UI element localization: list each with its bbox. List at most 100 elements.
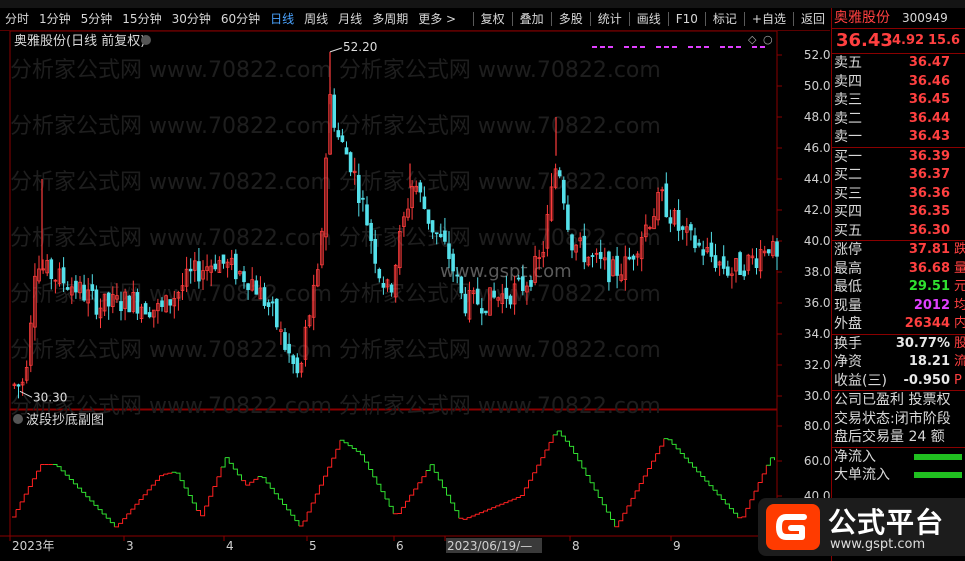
stat-label: 现量 — [834, 297, 862, 314]
period-tab-4[interactable]: 30分钟 — [167, 8, 216, 30]
toolbar-action-7[interactable]: +自选 — [747, 8, 791, 30]
indicator-step — [348, 445, 353, 449]
logo-mark-icon — [766, 504, 820, 550]
indicator-step — [319, 476, 324, 486]
note-text: 交易状态:闭市阶段 — [834, 410, 951, 427]
indicator-step — [561, 435, 566, 442]
kline-chart-svg[interactable]: 奥雅股份(日线 前复权) ◇ ○ 52.00 50.00 48.00 46.00 44.00 4… — [0, 31, 830, 556]
candle-body — [742, 270, 746, 277]
indicator-step — [122, 513, 128, 520]
indicator-step — [286, 509, 292, 516]
candle-body — [197, 261, 201, 282]
indicator-step — [721, 498, 726, 505]
toolbar-action-6[interactable]: 标记 — [708, 8, 742, 30]
signal-mark — [728, 46, 733, 48]
candle-body — [709, 242, 714, 257]
indicator-step — [106, 517, 111, 523]
indicator-step — [298, 520, 304, 527]
logo-name: 公式平台 — [828, 506, 945, 539]
y-tick-label: 44.00 — [804, 172, 830, 186]
period-tab-0[interactable]: 分时 — [0, 8, 34, 30]
ask-value: 36.46 — [908, 73, 950, 89]
indicator-step — [676, 448, 681, 454]
indicator-step — [598, 496, 603, 505]
indicator-step — [565, 440, 570, 447]
period-tab-7[interactable]: 周线 — [299, 8, 333, 30]
candle-body — [106, 292, 111, 307]
indicator-step — [663, 438, 669, 440]
toolbar-separator — [743, 12, 745, 26]
indicator-title: 波段抄底副图 — [26, 412, 104, 428]
indicator-step — [159, 474, 165, 477]
indicator-step — [323, 467, 329, 477]
indicator-step — [327, 458, 333, 468]
toolbar-action-2[interactable]: 多股 — [554, 8, 588, 30]
indicator-step — [659, 438, 665, 447]
candle-body — [356, 174, 361, 203]
candle-body — [377, 268, 382, 279]
candle-body — [61, 267, 66, 284]
period-tab-3[interactable]: 15分钟 — [117, 8, 166, 30]
indicator-step — [89, 500, 95, 506]
candle-body — [775, 241, 779, 257]
candle-body — [389, 284, 394, 293]
toolbar-action-8[interactable]: 返回 — [796, 8, 830, 30]
candle-body — [627, 256, 632, 260]
indicator-step — [130, 504, 136, 510]
notes-list: 公司已盈利 投票权 交易状态:闭市阶段 盘后交易量 24 额 — [832, 391, 965, 447]
indicator-step — [98, 509, 103, 514]
indicator-step — [143, 489, 148, 496]
period-tab-1[interactable]: 1分钟 — [34, 8, 76, 30]
indicator-step — [499, 502, 505, 505]
signal-mark — [704, 46, 709, 48]
current-price: 36.43 — [836, 30, 893, 51]
candle-body — [65, 287, 70, 290]
toolbar-action-3[interactable]: 统计 — [593, 8, 627, 30]
note-text: 公司已盈利 投票权 — [834, 392, 951, 408]
gspt-logo: 公式平台 www.gspt.com — [758, 498, 965, 556]
period-tab-8[interactable]: 月线 — [333, 8, 367, 30]
signal-mark — [696, 46, 701, 48]
indicator-step — [667, 439, 673, 445]
stat-label: 外盘 — [834, 316, 862, 332]
candle-body — [516, 277, 521, 280]
candle-body — [361, 197, 365, 200]
stat-value: 2012 — [913, 297, 950, 313]
candle-body — [598, 251, 603, 259]
toolbar-action-5[interactable]: F10 — [671, 8, 703, 30]
y-tick-label: 34.00 — [804, 327, 830, 341]
period-tab-6[interactable]: 日线 — [265, 8, 299, 30]
candle-body — [365, 204, 369, 226]
bid-row: 买四 36.35 — [832, 203, 965, 222]
toolbar-separator — [550, 12, 552, 26]
candle-body — [246, 283, 250, 290]
ask-value: 36.47 — [908, 55, 950, 70]
indicator-step — [221, 457, 226, 468]
candle-body — [668, 217, 673, 224]
toolbar-action-0[interactable]: 复权 — [476, 8, 510, 30]
chart-area[interactable]: 奥雅股份(日线 前复权) ◇ ○ 52.00 50.00 48.00 46.00 44.00 4… — [0, 31, 830, 556]
flow-row: 大单流入 — [832, 466, 965, 485]
stat2-row: 收益(三) -0.950 P — [832, 372, 965, 391]
indicator-step — [762, 465, 767, 475]
period-tab-2[interactable]: 5分钟 — [76, 8, 118, 30]
indicator-step — [434, 471, 439, 480]
toolbar-action-4[interactable]: 画线 — [632, 8, 666, 30]
stat2-value: 30.77% — [895, 335, 950, 351]
candle-body — [168, 299, 173, 306]
toolbar-action-1[interactable]: 叠加 — [515, 8, 549, 30]
indicator-step — [573, 452, 579, 461]
indicator-step — [549, 434, 554, 443]
period-tab-9[interactable]: 多周期 — [367, 8, 413, 30]
indicator-dropdown-icon — [13, 414, 23, 424]
stat-row: 涨停 37.81 跌 — [832, 241, 965, 260]
indicator-step — [413, 482, 419, 490]
period-tab-5[interactable]: 60分钟 — [216, 8, 265, 30]
indicator-step — [516, 495, 521, 499]
indicator-step — [225, 457, 230, 464]
indicator-step — [458, 517, 464, 520]
indicator-step — [147, 485, 152, 491]
toolbar-separator — [792, 12, 794, 26]
indicator-step — [729, 508, 734, 514]
period-tab-10[interactable]: 更多 > — [413, 8, 461, 30]
